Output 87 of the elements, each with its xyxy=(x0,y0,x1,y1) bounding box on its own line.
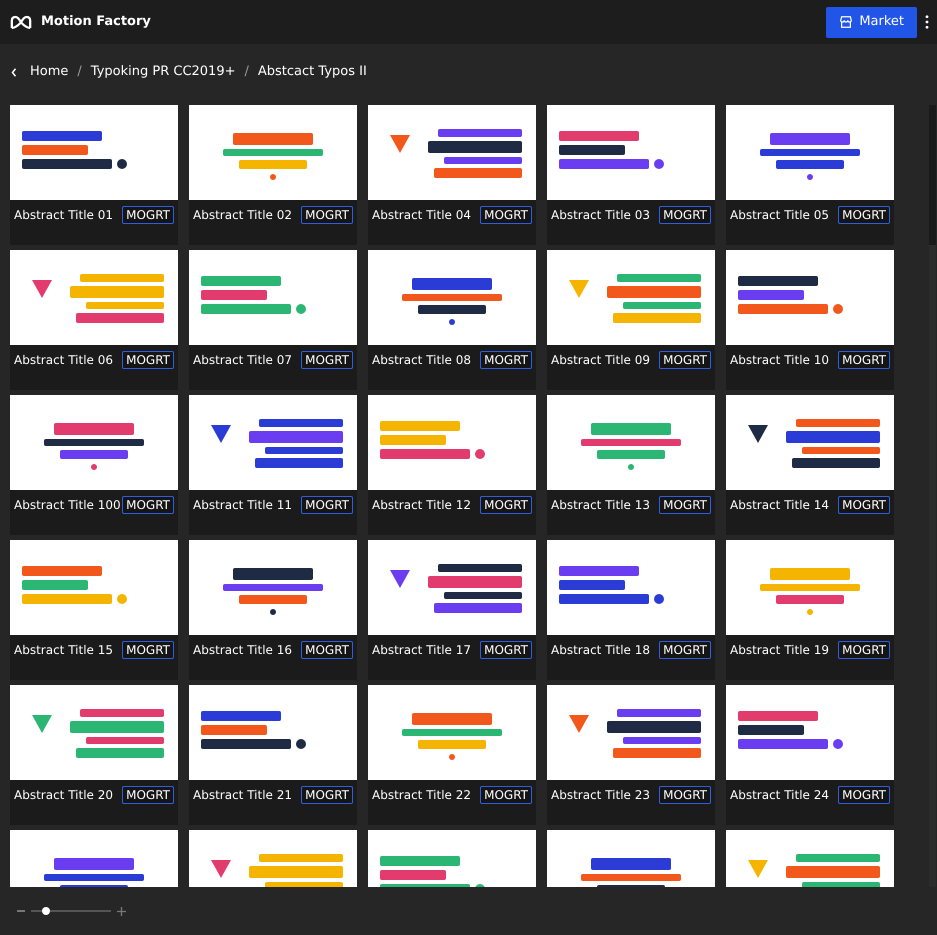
template-card[interactable]: Abstract Title 05 MOGRT xyxy=(726,105,894,245)
format-badge: MOGRT xyxy=(838,786,890,804)
card-title: Abstract Title 09 xyxy=(551,352,650,369)
zoom-in-icon[interactable] xyxy=(117,906,126,916)
card-title: Abstract Title 18 xyxy=(551,642,650,659)
format-badge: MOGRT xyxy=(659,496,711,514)
format-badge: MOGRT xyxy=(659,641,711,659)
template-card[interactable]: Abstract Title 20 MOGRT xyxy=(10,685,178,825)
card-title: Abstract Title 11 xyxy=(193,497,292,514)
template-card[interactable]: Abstract Title 02 MOGRT xyxy=(189,105,357,245)
card-title: Abstract Title 20 xyxy=(14,787,113,804)
template-card[interactable]: Abstract Title 23 MOGRT xyxy=(547,685,715,825)
card-title: Abstract Title 10 xyxy=(730,352,829,369)
card-title: Abstract Title 14 xyxy=(730,497,829,514)
template-card[interactable]: Abstract Title 04 MOGRT xyxy=(368,105,536,245)
template-card[interactable]: Abstract Title 100 MOGRT xyxy=(10,395,178,535)
back-icon[interactable] xyxy=(11,68,17,76)
template-card[interactable]: Abstract Title 15 MOGRT xyxy=(10,540,178,680)
card-title: Abstract Title 06 xyxy=(14,352,113,369)
format-badge: MOGRT xyxy=(122,206,174,224)
more-icon[interactable] xyxy=(925,15,929,29)
card-title: Abstract Title 22 xyxy=(372,787,471,804)
format-badge: MOGRT xyxy=(838,206,890,224)
format-badge: MOGRT xyxy=(480,206,532,224)
store-icon xyxy=(839,15,854,29)
market-button[interactable]: Market xyxy=(826,6,917,38)
template-card[interactable]: Abstract Title 17 MOGRT xyxy=(368,540,536,680)
card-title: Abstract Title 19 xyxy=(730,642,829,659)
template-card[interactable]: Abstract Title 09 MOGRT xyxy=(547,250,715,390)
breadcrumb-separator: / xyxy=(244,63,249,82)
template-card[interactable]: Abstract Title 14 MOGRT xyxy=(726,395,894,535)
format-badge: MOGRT xyxy=(659,786,711,804)
template-card[interactable]: Abstract Title 18 MOGRT xyxy=(547,540,715,680)
breadcrumb-link[interactable]: Home xyxy=(30,62,68,82)
card-title: Abstract Title 16 xyxy=(193,642,292,659)
card-title: Abstract Title 12 xyxy=(372,497,471,514)
card-title: Abstract Title 17 xyxy=(372,642,471,659)
format-badge: MOGRT xyxy=(122,351,174,369)
format-badge: MOGRT xyxy=(838,496,890,514)
format-badge: MOGRT xyxy=(659,206,711,224)
template-card[interactable]: Abstract Title 06 MOGRT xyxy=(10,250,178,390)
template-card[interactable]: Abstract Title 08 MOGRT xyxy=(368,250,536,390)
card-title: Abstract Title 01 xyxy=(14,207,113,224)
card-title: Abstract Title 23 xyxy=(551,787,650,804)
card-title: Abstract Title 21 xyxy=(193,787,292,804)
card-title: Abstract Title 03 xyxy=(551,207,650,224)
card-title: Abstract Title 07 xyxy=(193,352,292,369)
template-card[interactable]: Abstract Title 13 MOGRT xyxy=(547,395,715,535)
logo-icon xyxy=(10,14,32,30)
format-badge: MOGRT xyxy=(122,641,174,659)
card-title: Abstract Title 05 xyxy=(730,207,829,224)
format-badge: MOGRT xyxy=(480,641,532,659)
format-badge: MOGRT xyxy=(838,641,890,659)
format-badge: MOGRT xyxy=(301,206,353,224)
format-badge: MOGRT xyxy=(480,496,532,514)
card-title: Abstract Title 13 xyxy=(551,497,650,514)
breadcrumb-separator: / xyxy=(77,63,82,82)
card-title: Abstract Title 15 xyxy=(14,642,113,659)
template-card[interactable]: Abstract Title 03 MOGRT xyxy=(547,105,715,245)
card-title: Abstract Title 02 xyxy=(193,207,292,224)
format-badge: MOGRT xyxy=(480,786,532,804)
template-card[interactable]: Abstract Title 22 MOGRT xyxy=(368,685,536,825)
format-badge: MOGRT xyxy=(480,351,532,369)
format-badge: MOGRT xyxy=(122,496,174,514)
card-title: Abstract Title 24 xyxy=(730,787,829,804)
template-card[interactable]: Abstract Title 19 MOGRT xyxy=(726,540,894,680)
template-card[interactable]: Abstract Title 10 MOGRT xyxy=(726,250,894,390)
template-card[interactable]: Abstract Title 16 MOGRT xyxy=(189,540,357,680)
template-card[interactable]: Abstract Title 21 MOGRT xyxy=(189,685,357,825)
format-badge: MOGRT xyxy=(301,641,353,659)
card-title: Abstract Title 04 xyxy=(372,207,471,224)
format-badge: MOGRT xyxy=(301,351,353,369)
breadcrumb-link[interactable]: Abstcact Typos II xyxy=(258,62,367,82)
breadcrumb-link[interactable]: Typoking PR CC2019+ xyxy=(90,62,236,82)
template-card[interactable]: Abstract Title 01 MOGRT xyxy=(10,105,178,245)
format-badge: MOGRT xyxy=(301,786,353,804)
card-title: Abstract Title 100 xyxy=(14,497,121,514)
format-badge: MOGRT xyxy=(122,786,174,804)
template-card[interactable]: Abstract Title 11 MOGRT xyxy=(189,395,357,535)
template-card[interactable]: Abstract Title 24 MOGRT xyxy=(726,685,894,825)
format-badge: MOGRT xyxy=(838,351,890,369)
card-title: Abstract Title 08 xyxy=(372,352,471,369)
template-card[interactable]: Abstract Title 07 MOGRT xyxy=(189,250,357,390)
format-badge: MOGRT xyxy=(301,496,353,514)
format-badge: MOGRT xyxy=(659,351,711,369)
app-title: Motion Factory xyxy=(41,13,151,32)
template-card[interactable]: Abstract Title 12 MOGRT xyxy=(368,395,536,535)
